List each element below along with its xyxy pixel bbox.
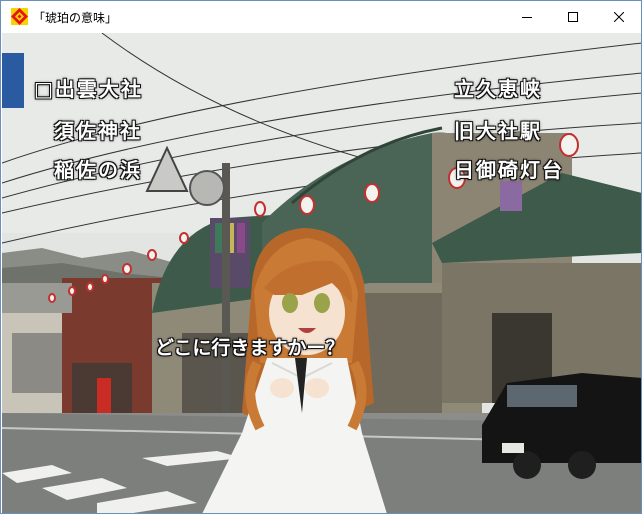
- menu-item-izumo-taisha[interactable]: □出雲大社: [34, 73, 143, 102]
- window-title: 「琥珀の意味」: [33, 11, 118, 25]
- minimize-icon: [522, 17, 532, 18]
- station-background: [2, 33, 641, 513]
- dialogue-text: どこに行きますかー？: [155, 337, 345, 359]
- menu-item-tachikue-gorge[interactable]: 立久恵峡: [454, 73, 542, 102]
- maximize-icon: [568, 12, 578, 22]
- maximize-button[interactable]: [550, 1, 596, 33]
- close-button[interactable]: [596, 1, 641, 33]
- menu-item-hinomisaki-lighthouse[interactable]: 日御碕灯台: [454, 154, 564, 183]
- menu-item-old-taisha-station[interactable]: 旧大社駅: [454, 115, 542, 144]
- title-bar[interactable]: 「琥珀の意味」: [1, 1, 641, 33]
- minimize-button[interactable]: [504, 1, 550, 33]
- menu-item-inasa-beach[interactable]: 稲佐の浜: [54, 154, 142, 183]
- menu-item-susa-jinja[interactable]: 須佐神社: [54, 115, 142, 144]
- game-window: 「琥珀の意味」 □出雲大社 須佐神社 稲佐の浜 立久恵峡 旧大社駅 日御碕灯台 …: [0, 0, 642, 514]
- diamond-app-icon: [11, 8, 28, 25]
- close-icon: [614, 12, 624, 22]
- game-scene[interactable]: □出雲大社 須佐神社 稲佐の浜 立久恵峡 旧大社駅 日御碕灯台 どこに行きますか…: [2, 33, 641, 513]
